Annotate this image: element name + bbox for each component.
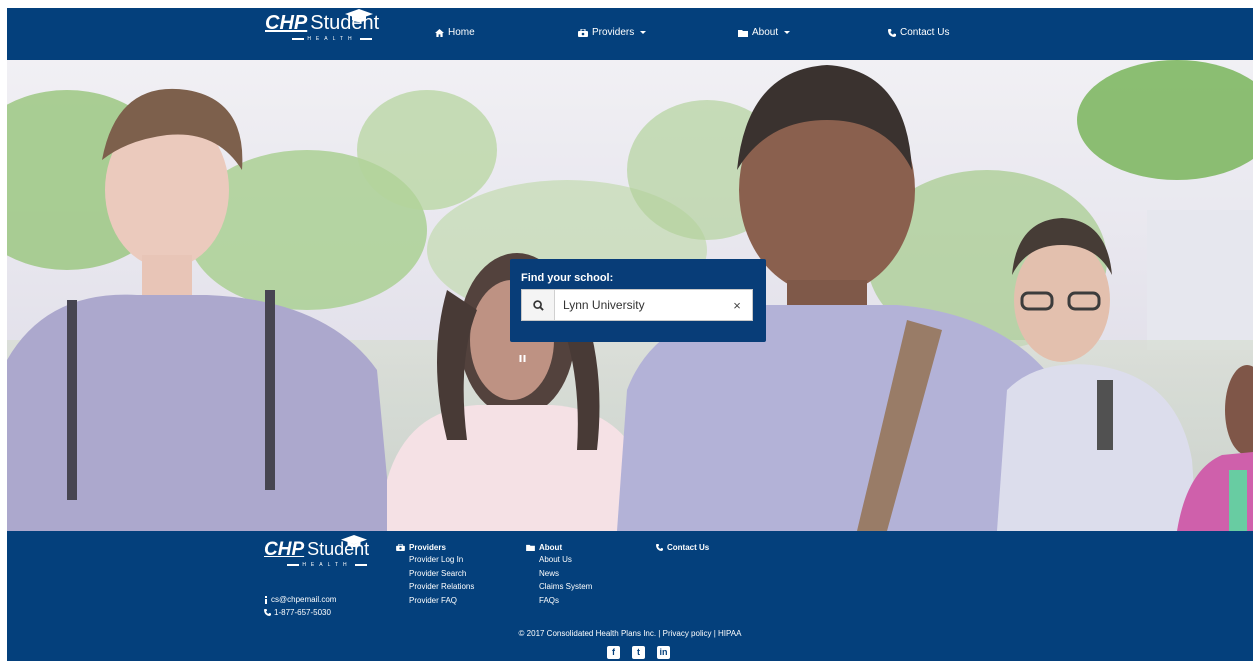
nav-providers[interactable]: Providers xyxy=(578,27,647,38)
nav-home[interactable]: Home xyxy=(435,27,475,38)
nav-contact-label: Contact Us xyxy=(900,27,950,38)
social-links: f t in xyxy=(607,646,670,659)
footer-about-column: About About Us News Claims System FAQs xyxy=(526,541,592,607)
site-footer: CHP Student HEALTH cs@chpemail.com 1-877… xyxy=(7,531,1253,661)
footer-contact-heading[interactable]: Contact Us xyxy=(656,541,709,553)
footer-logo-health: HEALTH xyxy=(264,562,376,568)
search-addon xyxy=(522,290,555,320)
clear-search-button[interactable]: × xyxy=(722,290,752,320)
folder-icon xyxy=(526,544,535,551)
info-icon xyxy=(265,595,267,604)
footer-contact-column: Contact Us xyxy=(656,541,709,553)
footer-link-provider-log-in[interactable]: Provider Log In xyxy=(409,553,474,567)
chevron-down-icon xyxy=(784,31,791,34)
footer-copyright: © 2017 Consolidated Health Plans Inc. | … xyxy=(518,629,742,638)
footer-about-heading: About xyxy=(526,541,592,553)
footer-brand-logo[interactable]: CHP Student HEALTH xyxy=(264,535,376,579)
footer-link-provider-faq[interactable]: Provider FAQ xyxy=(409,594,474,608)
facebook-icon[interactable]: f xyxy=(607,646,620,659)
footer-link-provider-relations[interactable]: Provider Relations xyxy=(409,580,474,594)
footer-providers-heading: Providers xyxy=(396,541,474,553)
finder-title: Find your school: xyxy=(521,272,614,284)
page: CHP Student HEALTH Home Providers About … xyxy=(0,0,1253,661)
home-icon xyxy=(435,28,444,37)
briefcase-icon xyxy=(396,543,405,551)
chevron-down-icon xyxy=(640,31,647,34)
footer-about-heading-label: About xyxy=(539,542,563,552)
logo-health: HEALTH xyxy=(265,36,385,42)
phone-icon xyxy=(656,543,663,551)
pause-icon[interactable] xyxy=(518,354,527,363)
footer-link-faqs[interactable]: FAQs xyxy=(539,594,592,608)
footer-logo-chp: CHP xyxy=(264,539,305,560)
footer-phone-text: 1-877-657-5030 xyxy=(274,608,331,617)
graduation-cap-icon xyxy=(341,535,367,548)
phone-icon xyxy=(264,609,271,616)
school-finder-panel: Find your school: × xyxy=(510,259,766,342)
footer-link-provider-search[interactable]: Provider Search xyxy=(409,567,474,581)
nav-about-label: About xyxy=(752,27,779,38)
footer-link-claims-system[interactable]: Claims System xyxy=(539,580,592,594)
folder-icon xyxy=(738,29,748,37)
school-search-box: × xyxy=(521,289,753,321)
logo-chp: CHP xyxy=(265,12,308,34)
twitter-icon[interactable]: t xyxy=(632,646,645,659)
phone-icon xyxy=(888,28,896,37)
top-navbar: CHP Student HEALTH Home Providers About … xyxy=(7,8,1253,60)
nav-home-label: Home xyxy=(448,27,475,38)
search-icon xyxy=(532,299,544,311)
briefcase-icon xyxy=(578,28,588,37)
footer-email[interactable]: cs@chpemail.com xyxy=(264,595,336,604)
brand-logo[interactable]: CHP Student HEALTH xyxy=(265,9,385,56)
school-search-input[interactable] xyxy=(555,290,722,320)
footer-link-news[interactable]: News xyxy=(539,567,592,581)
nav-about[interactable]: About xyxy=(738,27,791,38)
footer-providers-heading-label: Providers xyxy=(409,542,446,552)
footer-link-about-us[interactable]: About Us xyxy=(539,553,592,567)
linkedin-icon[interactable]: in xyxy=(657,646,670,659)
nav-contact[interactable]: Contact Us xyxy=(888,27,949,38)
nav-providers-label: Providers xyxy=(592,27,635,38)
graduation-cap-icon xyxy=(345,9,373,22)
footer-contact-heading-label: Contact Us xyxy=(667,542,710,552)
footer-phone[interactable]: 1-877-657-5030 xyxy=(264,608,331,617)
footer-providers-column: Providers Provider Log In Provider Searc… xyxy=(396,541,474,607)
footer-email-text: cs@chpemail.com xyxy=(271,595,337,604)
